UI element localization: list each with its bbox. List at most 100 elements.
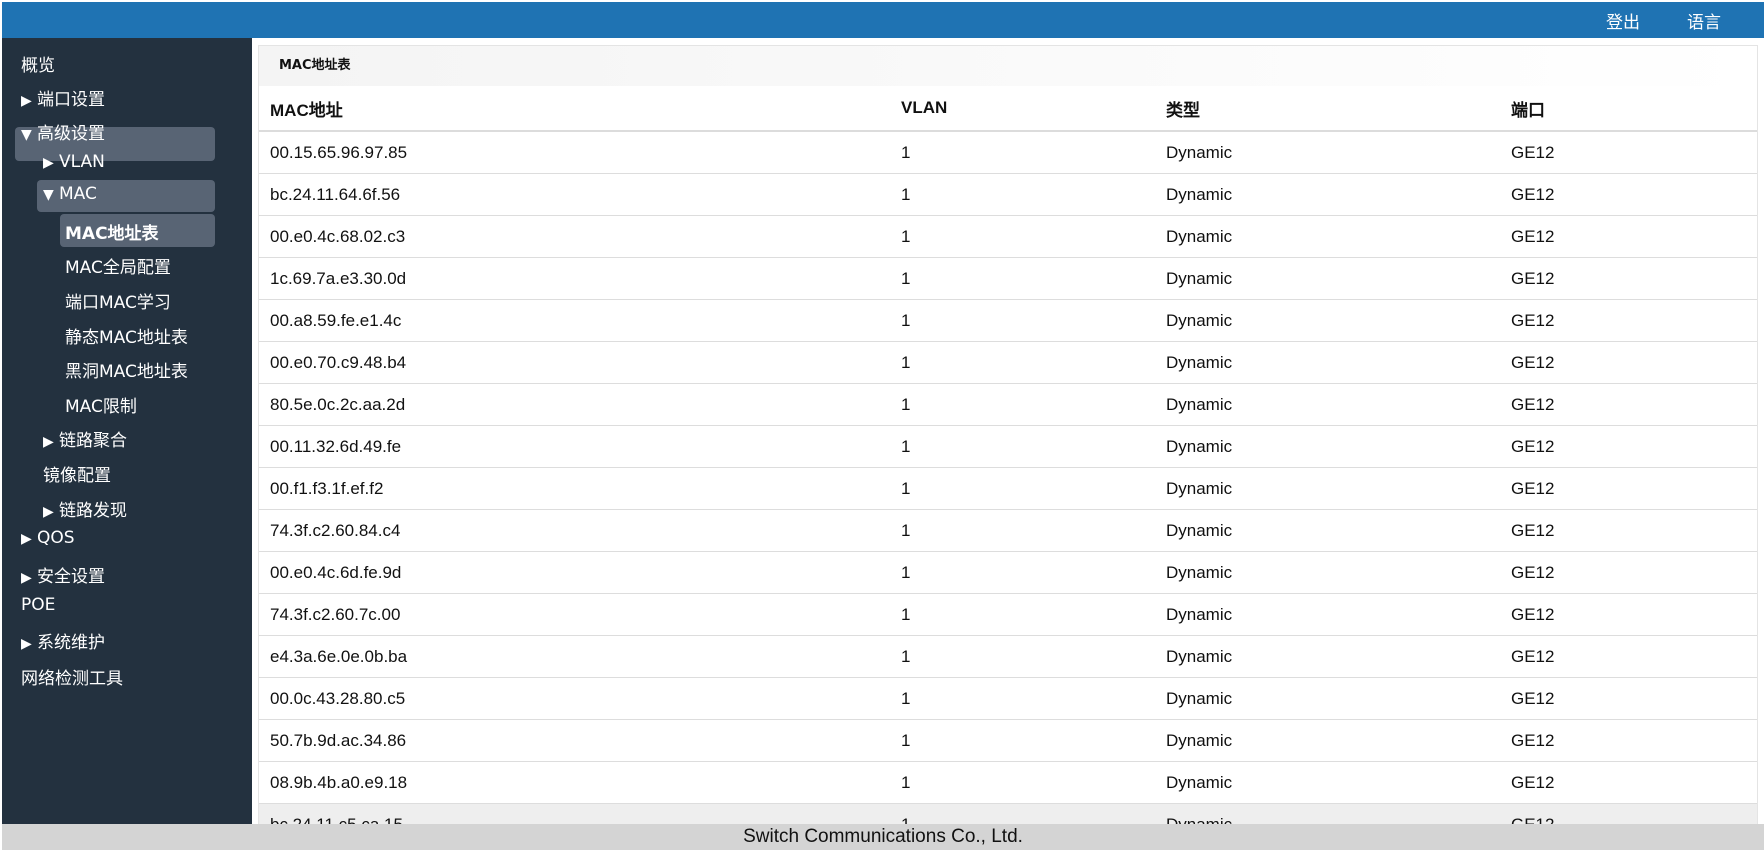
mac-cell: 74.3f.c2.60.84.c4 <box>259 509 890 552</box>
table-row: 08.9b.4b.a0.e9.18 1 Dynamic GE12 <box>259 761 1757 804</box>
type-cell: Dynamic <box>1155 425 1500 468</box>
sidebar-item-blackhole-mac-table[interactable]: 黑洞MAC地址表 <box>65 357 188 382</box>
table-row: 00.e0.70.c9.48.b4 1 Dynamic GE12 <box>259 341 1757 384</box>
vlan-cell: 1 <box>890 215 1155 258</box>
sidebar-item-label: 镜像配置 <box>43 466 111 486</box>
vlan-cell: 1 <box>890 299 1155 342</box>
sidebar-item-label: POE <box>21 595 56 615</box>
sidebar-item-port-settings[interactable]: ▶ 端口设置 <box>21 85 105 110</box>
sidebar-item-label: 系统维护 <box>37 633 105 653</box>
mac-cell: 50.7b.9d.ac.34.86 <box>259 719 890 762</box>
table-row: bc.24.11.64.6f.56 1 Dynamic GE12 <box>259 173 1757 216</box>
port-cell: GE12 <box>1500 551 1757 594</box>
table-row: 00.e0.4c.68.02.c3 1 Dynamic GE12 <box>259 215 1757 258</box>
mac-address-table: MAC地址 VLAN 类型 端口 00.15.65.96.97.85 1 Dynam… <box>259 86 1757 826</box>
sidebar-item-mac-address-table[interactable]: MAC地址表 <box>65 219 159 244</box>
vlan-cell: 1 <box>890 593 1155 636</box>
type-cell: Dynamic <box>1155 173 1500 216</box>
sidebar-item-label: 端口设置 <box>37 90 105 110</box>
sidebar-item-mac-limit[interactable]: MAC限制 <box>65 392 137 417</box>
type-cell: Dynamic <box>1155 341 1500 384</box>
mac-cell: 00.f1.f3.1f.ef.f2 <box>259 467 890 510</box>
port-cell: GE12 <box>1500 677 1757 720</box>
sidebar-item-label: 端口MAC学习 <box>65 293 171 313</box>
type-cell: Dynamic <box>1155 299 1500 342</box>
expand-triangle-icon: ▶ <box>43 504 54 520</box>
sidebar-item-port-mac-learning[interactable]: 端口MAC学习 <box>65 288 171 313</box>
sidebar-item-mac-global-config[interactable]: MAC全局配置 <box>65 253 171 278</box>
column-header-port: 端口 <box>1500 86 1757 132</box>
sidebar-item-link-aggregation[interactable]: ▶ 链路聚合 <box>43 426 127 451</box>
table-row: 1c.69.7a.e3.30.0d 1 Dynamic GE12 <box>259 257 1757 300</box>
mac-cell: 00.e0.4c.68.02.c3 <box>259 215 890 258</box>
type-cell: Dynamic <box>1155 131 1500 174</box>
column-header-mac: MAC地址 <box>259 86 890 132</box>
sidebar-item-label: MAC限制 <box>65 397 137 417</box>
vlan-cell: 1 <box>890 467 1155 510</box>
sidebar-item-link-discovery[interactable]: ▶ 链路发现 <box>43 496 127 521</box>
sidebar-item-label: 静态MAC地址表 <box>65 328 188 348</box>
vlan-cell: 1 <box>890 551 1155 594</box>
sidebar-item-label: QOS <box>37 528 75 548</box>
table-row: 74.3f.c2.60.84.c4 1 Dynamic GE12 <box>259 509 1757 552</box>
type-cell: Dynamic <box>1155 761 1500 804</box>
type-cell: Dynamic <box>1155 719 1500 762</box>
sidebar-item-mirror-config[interactable]: 镜像配置 <box>43 461 111 486</box>
type-cell: Dynamic <box>1155 635 1500 678</box>
table-row: 00.0c.43.28.80.c5 1 Dynamic GE12 <box>259 677 1757 720</box>
expand-triangle-icon: ▶ <box>21 531 32 547</box>
sidebar-item-mac[interactable]: ▼ MAC <box>43 184 97 204</box>
expand-triangle-icon: ▶ <box>43 155 54 171</box>
mac-cell: 00.0c.43.28.80.c5 <box>259 677 890 720</box>
column-header-type: 类型 <box>1155 86 1500 132</box>
port-cell: GE12 <box>1500 215 1757 258</box>
vlan-cell: 1 <box>890 677 1155 720</box>
sidebar-item-qos[interactable]: ▶ QOS <box>21 528 75 548</box>
sidebar-item-poe[interactable]: POE <box>21 595 55 615</box>
sidebar-item-system-maintenance[interactable]: ▶ 系统维护 <box>21 628 105 653</box>
vlan-cell: 1 <box>890 341 1155 384</box>
table-row: 00.15.65.96.97.85 1 Dynamic GE12 <box>259 131 1757 174</box>
table-row: 00.f1.f3.1f.ef.f2 1 Dynamic GE12 <box>259 467 1757 510</box>
port-cell: GE12 <box>1500 509 1757 552</box>
sidebar-item-overview[interactable]: 概览 <box>21 51 55 76</box>
vlan-cell: 1 <box>890 761 1155 804</box>
mac-cell: 00.a8.59.fe.e1.4c <box>259 299 890 342</box>
table-row: 80.5e.0c.2c.aa.2d 1 Dynamic GE12 <box>259 383 1757 426</box>
mac-cell: 80.5e.0c.2c.aa.2d <box>259 383 890 426</box>
type-cell: Dynamic <box>1155 257 1500 300</box>
table-row: 00.a8.59.fe.e1.4c 1 Dynamic GE12 <box>259 299 1757 342</box>
sidebar-item-label: 安全设置 <box>37 567 105 587</box>
collapse-triangle-icon: ▼ <box>43 187 54 203</box>
main-panel: MAC地址表 MAC地址 VLAN 类型 端口 00.15.65.96.97.8… <box>258 45 1758 827</box>
sidebar-item-vlan[interactable]: ▶ VLAN <box>43 152 105 172</box>
vlan-cell: 1 <box>890 719 1155 762</box>
table-row: 00.e0.4c.6d.fe.9d 1 Dynamic GE12 <box>259 551 1757 594</box>
top-bar: 登出 语言 <box>2 2 1764 38</box>
sidebar-item-security-settings[interactable]: ▶ 安全设置 <box>21 562 105 587</box>
vlan-cell: 1 <box>890 383 1155 426</box>
expand-triangle-icon: ▶ <box>21 636 32 652</box>
port-cell: GE12 <box>1500 341 1757 384</box>
sidebar-item-network-tools[interactable]: 网络检测工具 <box>21 664 123 689</box>
vlan-cell: 1 <box>890 509 1155 552</box>
vlan-cell: 1 <box>890 425 1155 468</box>
logout-link[interactable]: 登出 <box>1606 8 1640 33</box>
port-cell: GE12 <box>1500 467 1757 510</box>
table-row: 50.7b.9d.ac.34.86 1 Dynamic GE12 <box>259 719 1757 762</box>
expand-triangle-icon: ▶ <box>43 434 54 450</box>
language-link[interactable]: 语言 <box>1687 8 1721 33</box>
port-cell: GE12 <box>1500 425 1757 468</box>
expand-triangle-icon: ▶ <box>21 570 32 586</box>
sidebar-item-static-mac-table[interactable]: 静态MAC地址表 <box>65 323 188 348</box>
mac-cell: 1c.69.7a.e3.30.0d <box>259 257 890 300</box>
type-cell: Dynamic <box>1155 467 1500 510</box>
type-cell: Dynamic <box>1155 383 1500 426</box>
port-cell: GE12 <box>1500 299 1757 342</box>
sidebar-item-label: 高级设置 <box>37 124 105 144</box>
sidebar-item-label: 概览 <box>21 56 55 76</box>
sidebar-item-advanced-settings[interactable]: ▼ 高级设置 <box>21 119 105 144</box>
table-header-row: MAC地址 VLAN 类型 端口 <box>259 86 1757 132</box>
vlan-cell: 1 <box>890 131 1155 174</box>
sidebar-item-label: 黑洞MAC地址表 <box>65 362 188 382</box>
